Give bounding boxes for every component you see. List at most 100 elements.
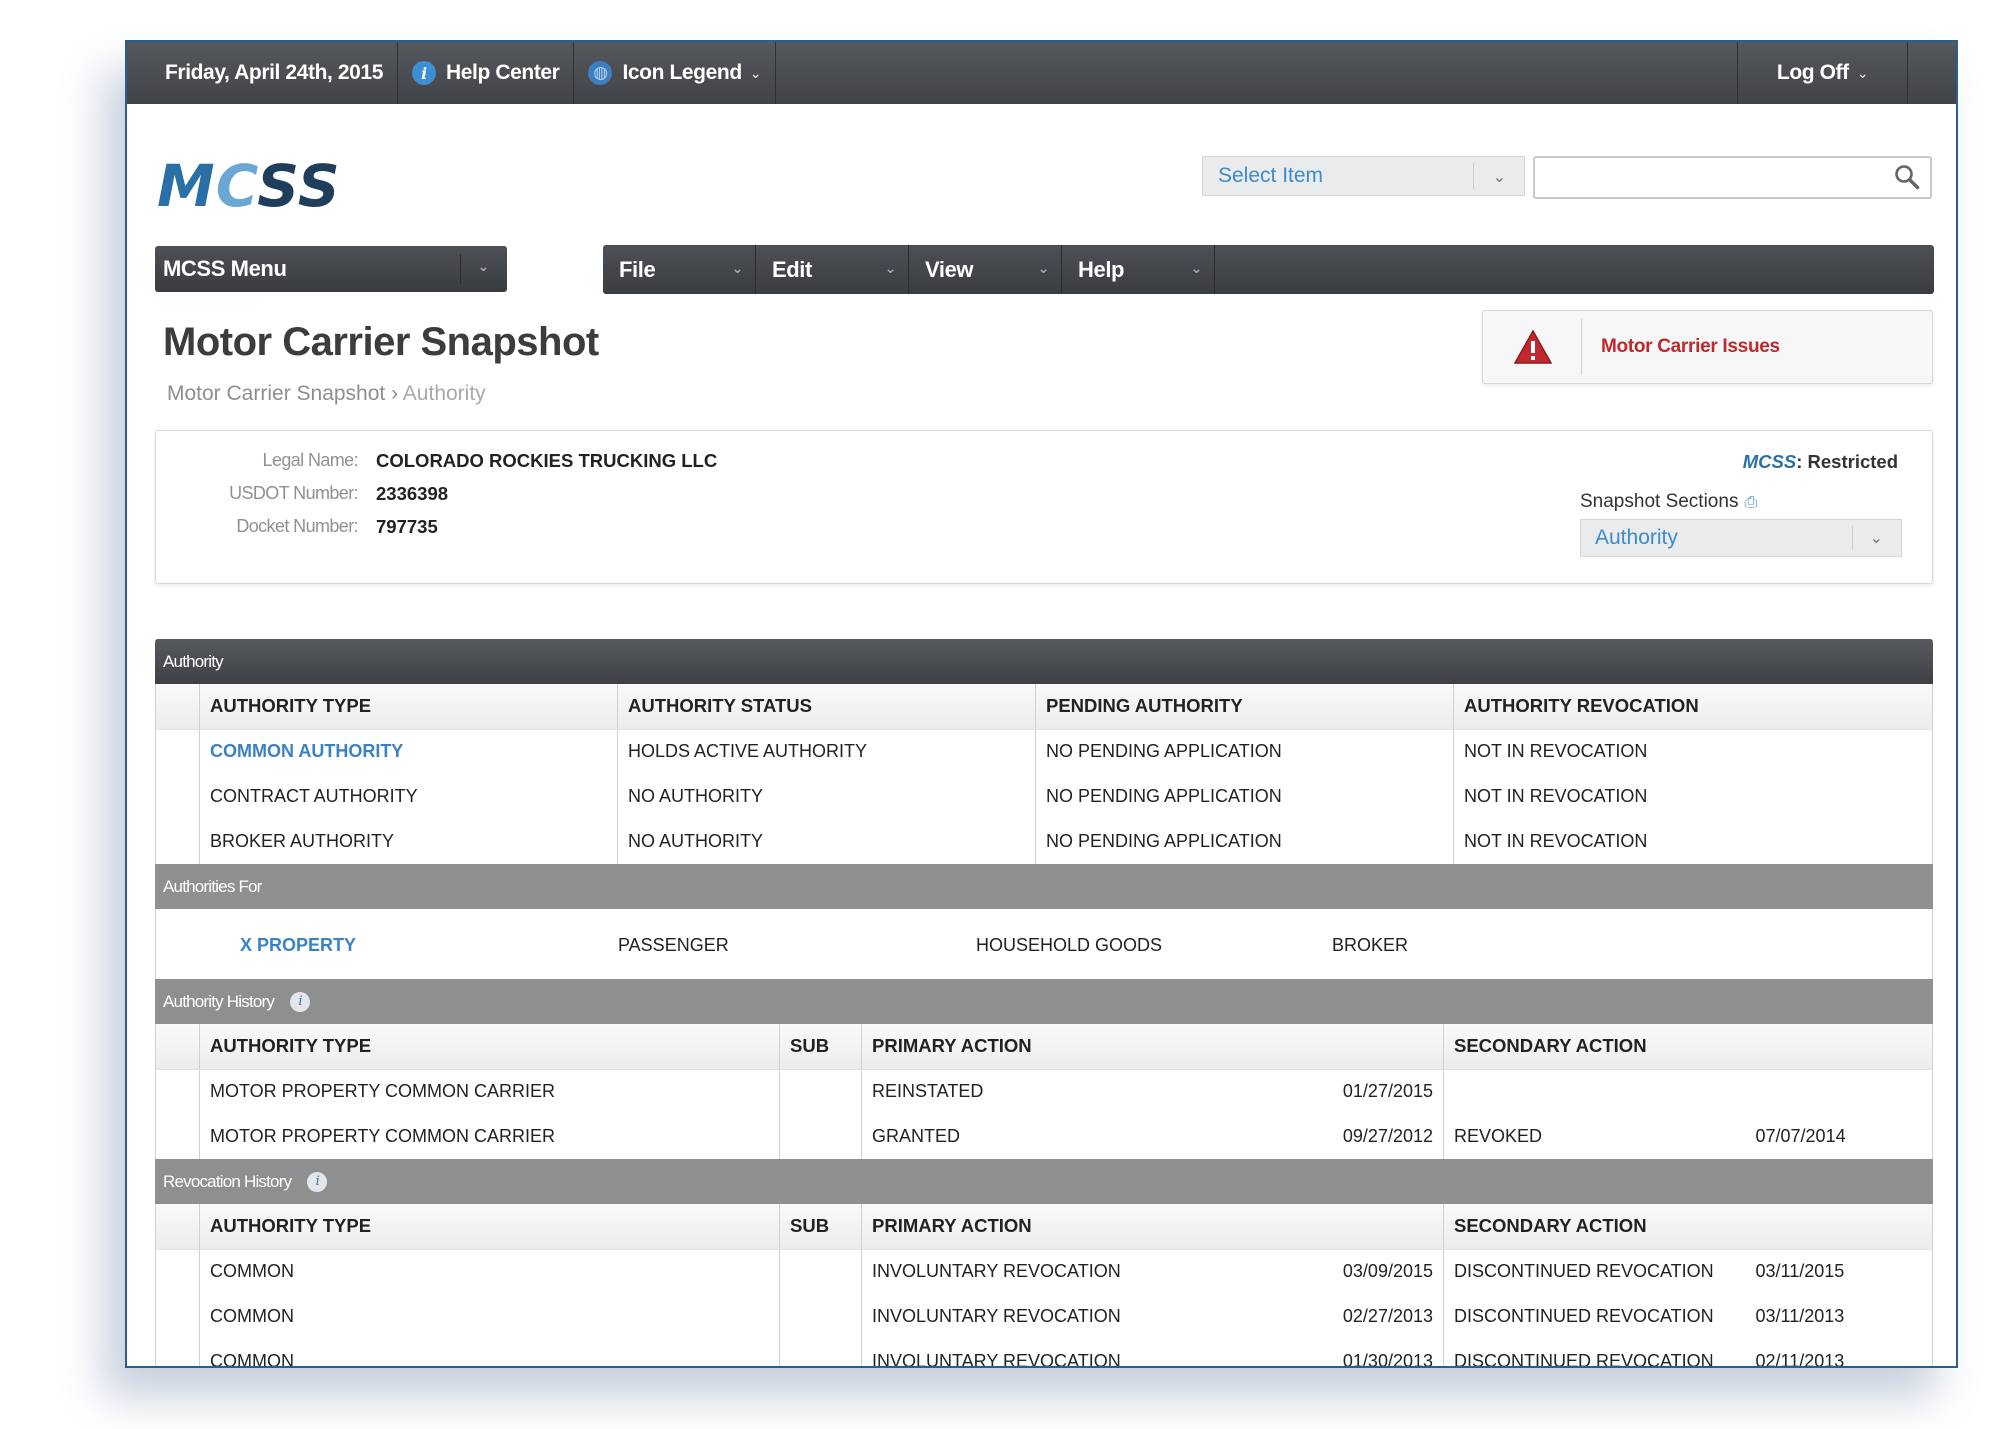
column-header: AUTHORITY TYPE: [199, 1024, 780, 1070]
authority-history-section-header: Authority History i: [155, 979, 1933, 1024]
authority-for-broker: BROKER: [1332, 935, 1409, 955]
authority-for-property: X PROPERTY: [240, 935, 357, 955]
info-icon[interactable]: i: [290, 991, 311, 1012]
menu-file[interactable]: File ⌄: [603, 245, 756, 294]
restricted-brand: MCSS: [1742, 451, 1797, 472]
usdot-label: USDOT Number:: [229, 483, 359, 503]
table-cell: NOT IN REVOCATION: [1453, 819, 1933, 864]
select-item-dropdown[interactable]: Select Item ⌄: [1202, 156, 1525, 196]
authority-history-table: AUTHORITY TYPE SUB PRIMARY ACTION SECOND…: [155, 1024, 1933, 1159]
mcss-logo[interactable]: MCSS: [157, 152, 341, 220]
issues-divider: [1581, 319, 1582, 375]
table-cell: NO AUTHORITY: [617, 819, 1036, 864]
column-header: AUTHORITY STATUS: [617, 684, 1036, 730]
table-cell: INVOLUNTARY REVOCATION: [861, 1294, 1296, 1339]
carrier-info-card: Legal Name: COLORADO ROCKIES TRUCKING LL…: [155, 430, 1933, 584]
chevron-down-icon: ⌄: [731, 260, 744, 276]
table-cell: INVOLUNTARY REVOCATION: [861, 1249, 1296, 1294]
table-cell: MOTOR PROPERTY COMMON CARRIER: [210, 1081, 556, 1102]
table-cell: NO PENDING APPLICATION: [1035, 774, 1454, 819]
snapshot-sections-value: Authority: [1595, 526, 1678, 549]
search-icon[interactable]: [1894, 164, 1920, 190]
table-cell: BROKER AUTHORITY: [210, 831, 395, 851]
table-cell: COMMON: [210, 1306, 294, 1326]
table-cell-date: 03/09/2015: [1342, 1261, 1433, 1282]
breadcrumb-root[interactable]: Motor Carrier Snapshot: [167, 382, 385, 405]
dropdown-divider: [1473, 163, 1474, 189]
snapshot-sections-dropdown[interactable]: Authority ⌄: [1580, 519, 1902, 557]
menu-help[interactable]: Help ⌄: [1062, 245, 1215, 294]
search-input[interactable]: [1533, 156, 1932, 199]
help-center-label: Help Center: [446, 61, 560, 84]
table-cell: DISCONTINUED REVOCATION: [1443, 1249, 1746, 1294]
table-cell-date: 07/07/2014: [1755, 1126, 1846, 1146]
column-header: SUB: [779, 1204, 862, 1250]
table-cell: HOLDS ACTIVE AUTHORITY: [617, 729, 1036, 774]
page-title: Motor Carrier Snapshot: [163, 320, 599, 364]
mcss-menu-dropdown[interactable]: MCSS Menu ⌄: [155, 246, 507, 292]
table-cell: REVOKED: [1443, 1114, 1746, 1159]
topbar-spacer: [776, 42, 1738, 104]
table-cell-date: 02/27/2013: [1342, 1306, 1433, 1326]
table-cell-date: 02/11/2013: [1755, 1351, 1845, 1368]
docket-row: Docket Number: 797735: [156, 516, 438, 538]
app-window: Friday, April 24th, 2015 i Help Center ◍…: [125, 40, 1958, 1368]
column-header: SECONDARY ACTION: [1443, 1024, 1933, 1070]
table-cell: DISCONTINUED REVOCATION: [1443, 1294, 1746, 1339]
revocation-history-table: AUTHORITY TYPE SUB PRIMARY ACTION SECOND…: [155, 1204, 1933, 1368]
table-cell: [779, 1249, 862, 1294]
dropdown-divider: [1852, 526, 1853, 550]
table-cell-date: [1746, 1069, 1933, 1114]
table-cell: NOT IN REVOCATION: [1453, 774, 1933, 819]
motor-carrier-issues-button[interactable]: Motor Carrier Issues: [1482, 310, 1933, 384]
table-cell: NOT IN REVOCATION: [1453, 729, 1933, 774]
docket-label: Docket Number:: [236, 516, 358, 536]
icon-legend-menu[interactable]: ◍ Icon Legend ⌄: [574, 42, 777, 104]
table-cell: DISCONTINUED REVOCATION: [1443, 1339, 1746, 1366]
table-cell-date: 01/27/2015: [1342, 1081, 1433, 1102]
top-bar: Friday, April 24th, 2015 i Help Center ◍…: [127, 42, 1956, 104]
globe-icon: ◍: [588, 61, 613, 85]
table-header-row: AUTHORITY TYPE AUTHORITY STATUS PENDING …: [155, 684, 1933, 730]
table-cell: [779, 1069, 862, 1114]
help-center-link[interactable]: i Help Center: [398, 42, 575, 104]
info-icon[interactable]: i: [307, 1171, 328, 1192]
warning-icon: [1513, 329, 1553, 364]
common-authority-link[interactable]: COMMON AUTHORITY: [200, 729, 618, 774]
menu-view[interactable]: View ⌄: [909, 245, 1062, 294]
table-row: MOTOR PROPERTY COMMON CARRIER REINSTATED…: [155, 1069, 1933, 1114]
table-header-row: AUTHORITY TYPE SUB PRIMARY ACTION SECOND…: [155, 1204, 1933, 1250]
chevron-down-icon: ⌄: [1190, 260, 1203, 276]
column-header: AUTHORITY TYPE: [199, 684, 618, 730]
dropdown-divider: [460, 254, 461, 284]
issues-label: Motor Carrier Issues: [1601, 336, 1780, 357]
table-cell-date: 03/11/2013: [1755, 1306, 1845, 1326]
column-header: PRIMARY ACTION: [861, 1204, 1444, 1250]
table-cell-date: 03/11/2015: [1755, 1261, 1845, 1282]
table-row: BROKER AUTHORITY NO AUTHORITY NO PENDING…: [155, 819, 1933, 864]
table-cell-date: 01/30/2013: [1342, 1351, 1433, 1368]
chevron-down-icon: ⌄: [1856, 64, 1869, 81]
topbar-endcap: [1908, 42, 1956, 104]
table-cell: CONTRACT AUTHORITY: [210, 786, 418, 806]
table-header-row: AUTHORITY TYPE SUB PRIMARY ACTION SECOND…: [155, 1024, 1933, 1070]
legal-name-label: Legal Name:: [262, 450, 359, 470]
icon-legend-label: Icon Legend: [622, 61, 742, 84]
table-row: CONTRACT AUTHORITY NO AUTHORITY NO PENDI…: [155, 774, 1933, 819]
authority-for-household-goods: HOUSEHOLD GOODS: [976, 935, 1163, 955]
restricted-badge: MCSS: Restricted: [1743, 451, 1898, 473]
table-cell: NO AUTHORITY: [617, 774, 1036, 819]
table-row: COMMON INVOLUNTARY REVOCATION 01/30/2013…: [155, 1339, 1933, 1368]
menu-edit[interactable]: Edit ⌄: [756, 245, 909, 294]
table-cell-date: 09/27/2012: [1342, 1126, 1433, 1146]
log-off-menu[interactable]: Log Off ⌄: [1738, 42, 1908, 104]
printer-icon[interactable]: ⎙: [1744, 494, 1757, 511]
authorities-for-row: X PROPERTY PASSENGER HOUSEHOLD GOODS BRO…: [155, 909, 1933, 979]
docket-value: 797735: [376, 516, 438, 537]
table-cell: [1443, 1069, 1746, 1114]
column-header: SECONDARY ACTION: [1443, 1204, 1933, 1250]
revocation-history-section-header: Revocation History i: [155, 1159, 1933, 1204]
main-menubar: File ⌄ Edit ⌄ View ⌄ Help ⌄: [603, 245, 1934, 294]
info-icon: i: [412, 61, 436, 85]
chevron-down-icon: ⌄: [749, 64, 762, 81]
